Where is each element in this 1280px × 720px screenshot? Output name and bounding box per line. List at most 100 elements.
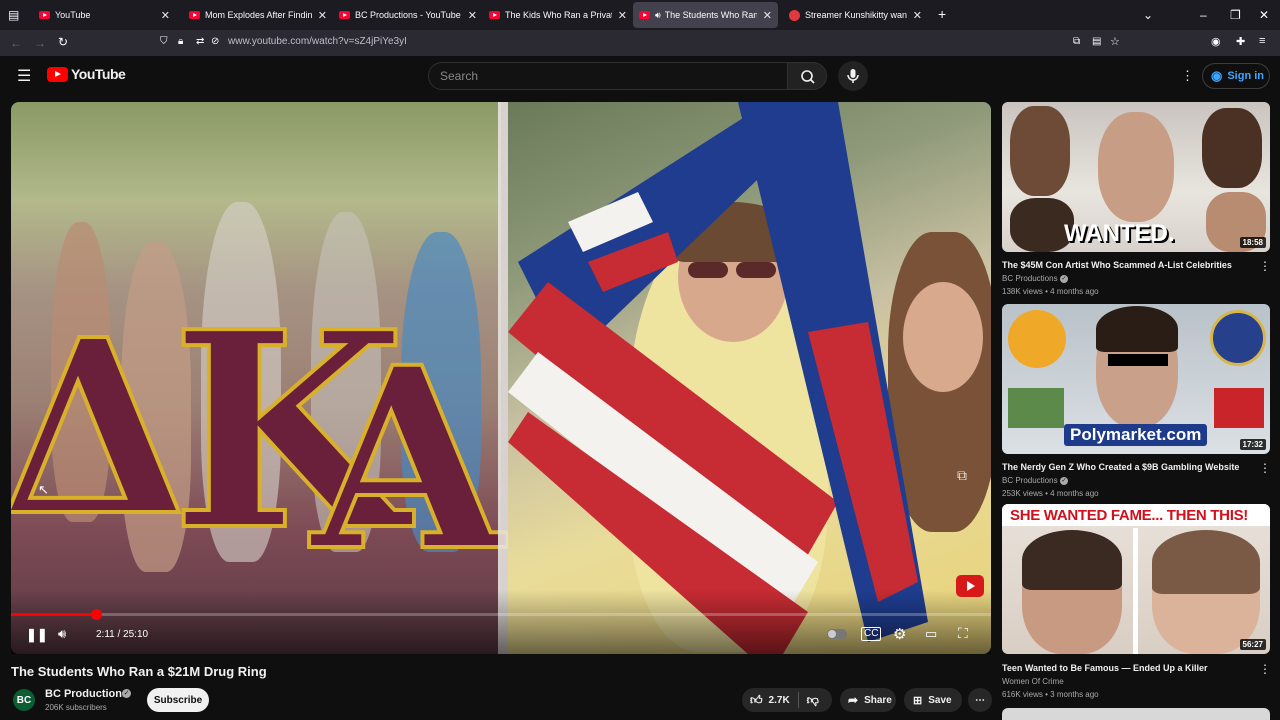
browser-tab-4[interactable]: The Kids Who Ran a Private Sch ✕ <box>483 2 633 28</box>
recommendation-thumbnail-partial[interactable] <box>1002 708 1270 720</box>
extensions-icon[interactable]: ✚ <box>1236 35 1245 48</box>
volume-button[interactable]: 🔊︎ <box>58 626 66 642</box>
search-input[interactable] <box>428 62 788 90</box>
youtube-favicon-icon <box>339 11 350 19</box>
settings-kebab-icon[interactable]: ⋮ <box>1181 68 1194 84</box>
recommendation-channel[interactable]: BC Productions <box>1002 476 1058 485</box>
thumbs-up-icon[interactable]: 👍︎ <box>750 693 763 708</box>
browser-tab-3[interactable]: BC Productions - YouTube ✕ <box>333 2 483 28</box>
bookmark-star-icon[interactable]: ☆ <box>1110 35 1120 48</box>
restore-window-icon[interactable]: ❐ <box>1230 8 1241 22</box>
audio-playing-icon[interactable]: 🔊︎ <box>655 10 661 21</box>
duration-badge: 18:58 <box>1239 237 1266 248</box>
mouse-cursor-icon: ↖ <box>38 482 49 497</box>
new-tab-icon[interactable]: + <box>938 6 946 22</box>
tab-title: The Students Who Ran a $2 <box>664 10 757 20</box>
reader-view-icon[interactable]: ▤ <box>1092 36 1101 47</box>
close-tab-icon[interactable]: ✕ <box>618 9 627 22</box>
logo-wordmark: YouTube <box>71 66 126 82</box>
recommendation-thumbnail[interactable]: SHE WANTED FAME... THEN THIS! 56:27 <box>1002 504 1270 654</box>
browser-tab-6[interactable]: Streamer Kunshikitty wanted to ✕ <box>783 2 928 28</box>
tab-list-icon[interactable]: ▤ <box>8 8 19 22</box>
progress-scrubber[interactable] <box>91 609 102 620</box>
miniplayer-overlay-icon[interactable]: ⧉ <box>957 467 967 484</box>
lock-icon[interactable]: 🔒︎ <box>178 36 183 47</box>
youtube-play-logo-icon <box>47 66 68 82</box>
tab-title: BC Productions - YouTube <box>355 10 461 20</box>
url-text[interactable]: www.youtube.com/watch?v=sZ4jPiYe3yI <box>228 36 407 47</box>
browser-tab-5-active[interactable]: 🔊︎ The Students Who Ran a $2 ✕ <box>633 2 778 28</box>
shield-icon[interactable]: ⛉ <box>160 36 168 47</box>
more-actions-button[interactable]: ⋯ <box>968 688 992 712</box>
recommendation-title[interactable]: The $45M Con Artist Who Scammed A-List C… <box>1002 260 1252 270</box>
recommendation-thumbnail[interactable]: Polymarket.com 17:32 <box>1002 304 1270 454</box>
recommendation-meta: 253K views • 4 months ago <box>1002 489 1099 498</box>
progress-bar[interactable] <box>11 613 991 616</box>
list-all-tabs-icon[interactable]: ⌄ <box>1143 8 1153 22</box>
autoplay-toggle[interactable] <box>827 629 847 639</box>
youtube-favicon-icon <box>39 11 50 19</box>
channel-name[interactable]: BC Productions <box>45 688 128 700</box>
flag-letter-graphic <box>508 102 928 654</box>
youtube-logo[interactable]: YouTube <box>47 66 126 82</box>
minimize-window-icon[interactable]: – <box>1200 8 1207 22</box>
recommendation-more-icon[interactable]: ⋮ <box>1259 662 1271 676</box>
close-tab-icon[interactable]: ✕ <box>161 9 170 22</box>
recommendation-more-icon[interactable]: ⋮ <box>1259 461 1271 475</box>
captions-button[interactable]: CC <box>861 627 882 641</box>
fullscreen-icon[interactable]: ⛶ <box>958 625 968 642</box>
fbi-seal-icon <box>1210 310 1266 366</box>
picture-in-picture-icon[interactable]: ⧉ <box>1073 36 1080 47</box>
pause-button[interactable]: ❚❚ <box>26 627 48 643</box>
close-tab-icon[interactable]: ✕ <box>318 9 327 22</box>
subscribe-button[interactable]: Subscribe <box>147 688 209 712</box>
save-label: Save <box>928 694 952 706</box>
search-button[interactable] <box>787 62 827 90</box>
account-icon[interactable]: ◉ <box>1211 35 1221 48</box>
slot-seven <box>1214 388 1264 428</box>
browser-tab-1[interactable]: YouTube ✕ <box>33 2 176 28</box>
tracking-blocked-icon[interactable]: ⊘ <box>211 36 219 47</box>
reload-icon[interactable]: ↻ <box>58 35 68 49</box>
account-circle-icon: ◉ <box>1211 68 1223 83</box>
like-dislike-group: 👍︎ 2.7K 👎︎ <box>742 688 832 712</box>
site-favicon-icon <box>789 9 800 21</box>
voice-search-button[interactable] <box>838 61 868 91</box>
verified-badge-icon: ✓ <box>122 689 131 698</box>
channel-avatar[interactable]: BC <box>13 689 35 711</box>
recommendation-title[interactable]: Teen Wanted to Be Famous — Ended Up a Ki… <box>1002 663 1252 673</box>
thumbs-down-icon[interactable]: 👎︎ <box>807 693 819 708</box>
youtube-favicon-icon <box>489 11 500 19</box>
share-button[interactable]: ➦ Share <box>840 688 896 712</box>
video-player[interactable]: Δ K A <box>11 102 991 654</box>
sign-in-button[interactable]: ◉ Sign in <box>1202 63 1270 89</box>
app-menu-icon[interactable]: ≡ <box>1259 35 1265 47</box>
permissions-icon[interactable]: ⇄ <box>196 36 204 47</box>
recommendation-channel[interactable]: BC Productions <box>1002 274 1058 283</box>
recommendation-more-icon[interactable]: ⋮ <box>1259 259 1271 273</box>
channel-watermark-subscribe[interactable] <box>956 575 984 597</box>
share-label: Share <box>864 694 892 706</box>
theater-mode-icon[interactable]: ▭ <box>925 626 937 642</box>
tab-title: YouTube <box>55 10 91 20</box>
like-count[interactable]: 2.7K <box>769 695 790 706</box>
close-tab-icon[interactable]: ✕ <box>763 9 772 22</box>
close-window-icon[interactable]: ✕ <box>1259 8 1269 22</box>
guide-menu-icon[interactable]: ☰ <box>17 66 31 86</box>
forward-icon[interactable]: → <box>34 36 46 50</box>
browser-tab-2[interactable]: Mom Explodes After Finding O ✕ <box>183 2 333 28</box>
close-tab-icon[interactable]: ✕ <box>468 9 477 22</box>
save-button[interactable]: ⊞ Save <box>904 688 962 712</box>
settings-gear-icon[interactable]: ⚙ <box>893 625 906 643</box>
thumbnail-caption: Polymarket.com <box>1064 424 1208 446</box>
tab-title: The Kids Who Ran a Private Sch <box>505 10 612 20</box>
recommendation-meta: 138K views • 4 months ago <box>1002 287 1099 296</box>
recommendation-title[interactable]: The Nerdy Gen Z Who Created a $9B Gambli… <box>1002 462 1252 472</box>
hair <box>1022 530 1122 590</box>
close-tab-icon[interactable]: ✕ <box>913 9 922 22</box>
recommendation-thumbnail[interactable]: WANTED. 18:58 <box>1002 102 1270 252</box>
cash-stack <box>1008 388 1064 428</box>
torn-divider <box>1133 528 1138 654</box>
back-icon[interactable]: ← <box>10 36 22 50</box>
recommendation-channel[interactable]: Women Of Crime <box>1002 677 1064 686</box>
